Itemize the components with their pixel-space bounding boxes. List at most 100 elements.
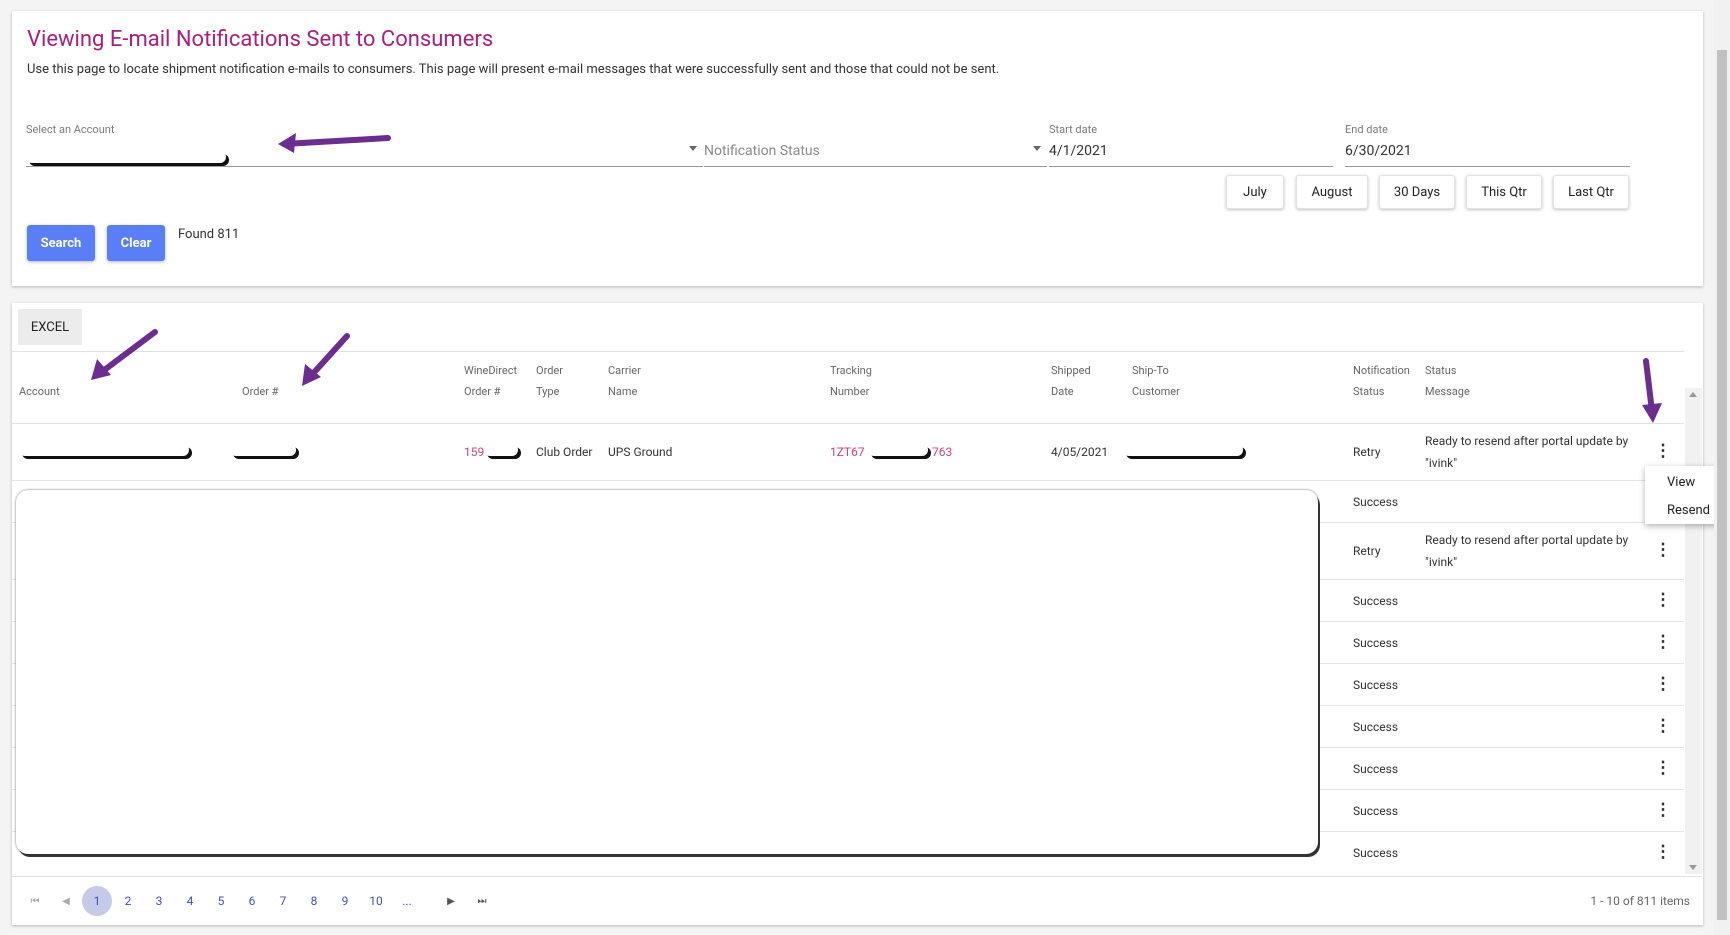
scroll-down-icon[interactable]: [1689, 865, 1697, 870]
row-actions-icon[interactable]: ⋮: [1655, 440, 1672, 462]
notification-status-placeholder: Notification Status: [704, 143, 820, 159]
row-actions-icon[interactable]: ⋮: [1655, 757, 1672, 779]
row-actions-icon[interactable]: ⋮: [1655, 631, 1672, 653]
annotation-arrow-icon: [278, 133, 391, 153]
col-header-status-message[interactable]: Status Message: [1425, 360, 1470, 402]
august-button[interactable]: August: [1296, 175, 1368, 209]
col-header-line2: Type: [536, 385, 560, 398]
carrier-name: UPS Ground: [608, 445, 673, 459]
page-description: Use this page to locate shipment notific…: [27, 62, 1000, 77]
annotation-arrow-icon: [302, 333, 350, 386]
start-date-label: Start date: [1049, 123, 1098, 136]
col-header-notification-status[interactable]: Notification Status: [1353, 360, 1410, 402]
field-underline: [1049, 166, 1333, 167]
notification-status: Success: [1353, 495, 1399, 509]
notification-status-select[interactable]: Notification Status: [704, 123, 1047, 167]
page-6[interactable]: 6: [237, 886, 267, 916]
col-header-line2: Message: [1425, 385, 1470, 398]
col-header-winedirect-order[interactable]: WineDirect Order #: [464, 360, 517, 402]
page-10[interactable]: 10: [361, 886, 391, 916]
page-5[interactable]: 5: [206, 886, 236, 916]
col-header-ship-to-customer[interactable]: Ship-To Customer: [1132, 360, 1180, 402]
col-header-line2: Order #: [242, 385, 279, 398]
redacted-account: [19, 444, 189, 456]
view-menu-item[interactable]: View: [1667, 475, 1695, 490]
result-count: Found 811: [178, 227, 240, 242]
row-actions-icon[interactable]: ⋮: [1655, 539, 1672, 561]
resend-menu-item[interactable]: Resend: [1667, 503, 1710, 518]
col-header-order-number[interactable]: Order #: [242, 360, 278, 402]
col-header-line2: Order #: [464, 385, 501, 398]
page-scrollbar-thumb[interactable]: [1717, 50, 1727, 920]
grid-scrollbar[interactable]: [1685, 388, 1702, 874]
chevron-down-icon: [1033, 146, 1041, 151]
redacted-account-value: [26, 151, 226, 163]
page-1[interactable]: 1: [82, 886, 112, 916]
annotation-arrow-icon: [1642, 358, 1662, 423]
col-header-line1: [242, 360, 278, 381]
notifications-grid: EXCEL Account Order # WineDirect Order # …: [12, 303, 1703, 925]
notification-status: Retry: [1353, 445, 1381, 459]
field-underline: [1345, 166, 1630, 167]
col-header-line1: Tracking: [830, 364, 872, 377]
last-page-icon[interactable]: ⏭: [467, 886, 497, 916]
redacted-rows-block: [16, 490, 1318, 854]
notification-status: Success: [1353, 720, 1399, 734]
table-row[interactable]: 159 Club Order UPS Ground 1ZT67 763 4/05…: [12, 424, 1684, 481]
scroll-up-icon[interactable]: [1689, 392, 1697, 397]
end-date-label: End date: [1345, 123, 1388, 136]
col-header-line1: WineDirect: [464, 364, 518, 377]
next-page-icon[interactable]: ▶: [436, 886, 466, 916]
winedirect-order-link[interactable]: 159: [464, 445, 484, 459]
col-header-line1: Ship-To: [1132, 364, 1169, 377]
col-header-shipped-date[interactable]: Shipped Date: [1051, 360, 1091, 402]
page-scrollbar[interactable]: [1714, 0, 1730, 935]
status-message: Ready to resend after portal update by "…: [1425, 434, 1629, 470]
pager-info: 1 - 10 of 811 items: [1590, 894, 1690, 908]
page-2[interactable]: 2: [113, 886, 143, 916]
page-7[interactable]: 7: [268, 886, 298, 916]
excel-export-button[interactable]: EXCEL: [18, 309, 82, 345]
page-9[interactable]: 9: [330, 886, 360, 916]
search-panel: Viewing E-mail Notifications Sent to Con…: [12, 11, 1703, 286]
row-actions-icon[interactable]: ⋮: [1655, 589, 1672, 611]
this-qtr-button[interactable]: This Qtr: [1466, 175, 1542, 209]
last-qtr-button[interactable]: Last Qtr: [1553, 175, 1629, 209]
toolbar-divider: [12, 351, 1684, 352]
july-button[interactable]: July: [1226, 175, 1284, 209]
tracking-number-suffix[interactable]: 763: [932, 445, 952, 459]
tracking-number-link[interactable]: 1ZT67: [830, 445, 865, 459]
col-header-line2: Name: [608, 385, 638, 398]
page-title: Viewing E-mail Notifications Sent to Con…: [27, 27, 494, 52]
col-header-account[interactable]: Account: [19, 360, 60, 402]
search-button[interactable]: Search: [27, 225, 95, 261]
col-header-line2: Customer: [1132, 385, 1180, 398]
first-page-icon[interactable]: ⏮: [20, 886, 50, 916]
col-header-line2: Account: [19, 385, 60, 398]
end-date-field[interactable]: End date 6/30/2021: [1345, 123, 1630, 167]
row-actions-icon[interactable]: ⋮: [1655, 673, 1672, 695]
col-header-order-type[interactable]: Order Type: [536, 360, 563, 402]
row-actions-icon[interactable]: ⋮: [1655, 799, 1672, 821]
col-header-line1: Order: [536, 364, 563, 377]
page-3[interactable]: 3: [144, 886, 174, 916]
col-header-line1: [19, 360, 60, 381]
col-header-tracking-number[interactable]: Tracking Number: [830, 360, 872, 402]
col-header-carrier-name[interactable]: Carrier Name: [608, 360, 641, 402]
prev-page-icon[interactable]: ◀: [51, 886, 81, 916]
redacted-order-suffix: [484, 444, 518, 456]
notification-status: Success: [1353, 804, 1399, 818]
redacted-tracking: [868, 444, 928, 456]
notification-status: Success: [1353, 636, 1399, 650]
col-header-line1: Carrier: [608, 364, 641, 377]
row-actions-icon[interactable]: ⋮: [1655, 841, 1672, 863]
annotation-arrow-icon: [91, 329, 158, 380]
30-days-button[interactable]: 30 Days: [1379, 175, 1455, 209]
page-more[interactable]: ...: [392, 886, 422, 916]
page-4[interactable]: 4: [175, 886, 205, 916]
clear-button[interactable]: Clear: [107, 225, 165, 261]
notification-status: Success: [1353, 594, 1399, 608]
start-date-field[interactable]: Start date 4/1/2021: [1049, 123, 1333, 167]
page-8[interactable]: 8: [299, 886, 329, 916]
row-actions-icon[interactable]: ⋮: [1655, 715, 1672, 737]
